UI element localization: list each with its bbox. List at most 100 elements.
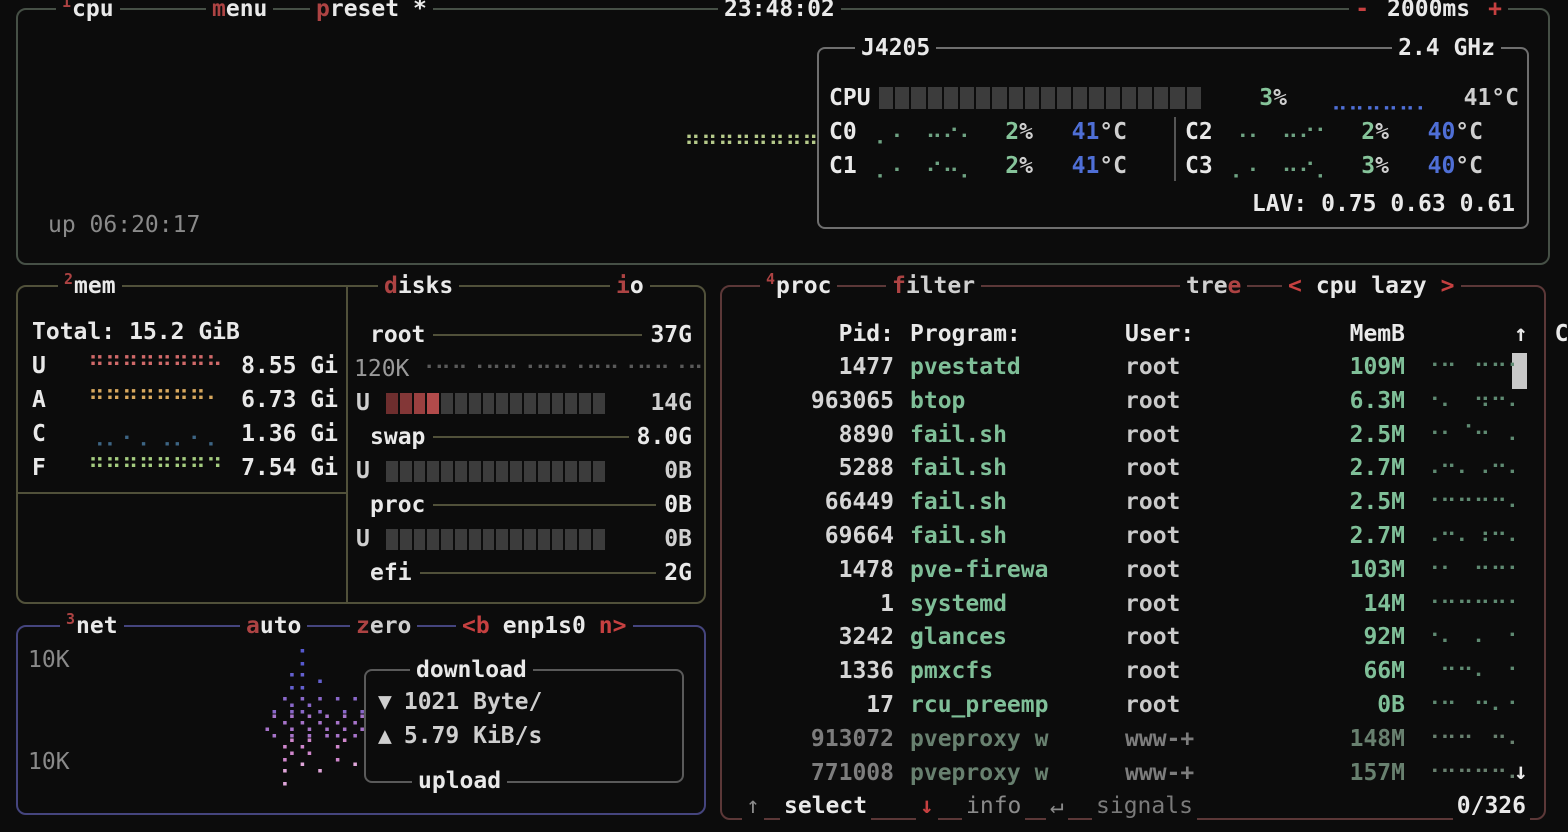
process-user: root <box>1125 385 1245 419</box>
net-prev-button[interactable]: <b <box>462 609 490 643</box>
core-usage-graph: ⠠⠄⠀⠤⠔⠂ <box>1231 115 1331 149</box>
header-mem[interactable]: MemB <box>1245 317 1405 351</box>
cpu-meter-cell <box>911 87 925 109</box>
sort-next-button[interactable]: > <box>1441 269 1455 303</box>
process-row[interactable]: 1336pmxcfsroot66M⠀⠒⠒⠄⠀⠂0.0 <box>738 655 1568 689</box>
preset-button[interactable]: preset * <box>310 0 433 26</box>
net-next-button[interactable]: n> <box>599 609 627 643</box>
info-button[interactable]: info <box>962 789 1025 823</box>
interval-increase-button[interactable]: + <box>1488 0 1502 26</box>
core-percent: 3% <box>1331 149 1389 183</box>
menu-button[interactable]: menu <box>206 0 273 26</box>
header-pid[interactable]: Pid: <box>738 317 894 351</box>
core-percent-unit: % <box>1375 119 1389 145</box>
process-pid: 913072 <box>738 723 894 757</box>
disks-toggle-button[interactable]: disks <box>378 269 459 303</box>
core-label: C1 <box>829 149 875 183</box>
process-cpu-graph: ⠐⠒⠒⠒⠒⠄ <box>1423 757 1538 791</box>
cpu-meter-cell <box>1106 87 1120 109</box>
process-row[interactable]: 3242glancesroot92M⠐⠄⠀⠄⠀⠂0.0 <box>738 621 1568 655</box>
interval-decrease-button[interactable]: - <box>1355 0 1369 26</box>
disk-meter-cell <box>441 529 453 550</box>
core-percent-value: 2 <box>1361 119 1375 145</box>
disk-meter-cell <box>414 461 426 482</box>
signals-button[interactable]: signals <box>1092 789 1197 823</box>
sort-prev-button[interactable]: < <box>1288 269 1302 303</box>
cpu-meter-cell <box>1009 87 1023 109</box>
disk-name: root <box>348 318 431 352</box>
process-cpu-graph: ⠐⠒⠒⠀⠒⠄ <box>1423 723 1538 757</box>
io-mode-button[interactable]: io <box>610 269 650 303</box>
disk-meter-cell <box>565 461 577 482</box>
scroll-up-icon[interactable]: ↑ <box>1514 317 1528 351</box>
tab-net[interactable]: 3net <box>60 609 124 643</box>
disk-io-graph: ⠐⠒⠒⠐⠒⠒⠐⠒⠒⠐⠒⠒⠐⠒⠒⠐⠒ <box>409 352 704 386</box>
cpu-meter-cell <box>1057 87 1071 109</box>
process-cpu-percent: 0.1 <box>1538 520 1568 554</box>
disk-meter-cell <box>496 461 508 482</box>
mem-row-graph: ⠛⠛⠛⠛⠛⠛⠛⠙ <box>88 451 200 485</box>
cpu-meter-cell <box>1170 87 1184 109</box>
net-zero-button[interactable]: zero <box>350 609 417 643</box>
disk-used-value: 0B <box>605 454 704 488</box>
process-row[interactable]: 913072pveproxy wwww-+148M⠐⠒⠒⠀⠒⠄0.0 <box>738 723 1568 757</box>
process-row[interactable]: 1systemdroot14M⠐⠒⠒⠒⠒⠂0.0 <box>738 588 1568 622</box>
cpu-frequency-label: 2.4 GHz <box>1392 31 1501 65</box>
filter-button[interactable]: filter <box>886 269 981 303</box>
tab-mem[interactable]: 2mem <box>58 269 122 303</box>
header-program[interactable]: Program: <box>910 317 1125 351</box>
process-row[interactable]: 17rcu_preemproot0B⠐⠒⠀⠒⠄⠂0.1 <box>738 689 1568 723</box>
net-auto-button[interactable]: auto <box>240 609 307 643</box>
proc-table-header: Pid: Program: User: MemB Cpu% <box>738 317 1568 351</box>
process-row[interactable]: 5288fail.shroot2.7M⠠⠒⠄⠠⠒⠄0.1 <box>738 452 1568 486</box>
disk-meter-cell <box>400 461 412 482</box>
process-row[interactable]: 963065btoproot6.3M⠐⠄⠀⠲⠒⠄0.1 <box>738 385 1568 419</box>
tab-cpu[interactable]: 1cpu <box>56 0 120 26</box>
mem-row-key: F <box>32 451 88 485</box>
process-program: glances <box>910 621 1125 655</box>
cpu-core-row: C3⡀⠄⠀⠤⠔⡀3%40°C <box>1185 149 1485 183</box>
disk-used-meter <box>386 393 605 414</box>
proc-box-label: proc <box>776 269 831 303</box>
select-down-icon[interactable]: ↓ <box>916 789 938 823</box>
disk-meter-cell <box>427 461 439 482</box>
process-row[interactable]: 1477pvestatdroot109M⠐⠒⠀⠒⠒⠂0.0 <box>738 351 1568 385</box>
header-user[interactable]: User: <box>1125 317 1245 351</box>
process-program: rcu_preemp <box>910 689 1125 723</box>
mem-row-value: 7.54 Gi <box>200 451 338 485</box>
disk-title-line <box>433 334 642 336</box>
process-row[interactable]: 1478pve-firewaroot103M⠐⠂⠀⠒⠒⠂0.0 <box>738 554 1568 588</box>
disk-meter-cell <box>483 393 495 414</box>
process-cpu-graph: ⠐⠂⠈⠒⠀⠄ <box>1423 419 1538 453</box>
io-label: o <box>630 269 644 303</box>
process-program: pveproxy w <box>910 757 1125 791</box>
process-row[interactable]: 8890fail.shroot2.5M⠐⠂⠈⠒⠀⠄0.2 <box>738 419 1568 453</box>
cpu-total-meter <box>879 87 1201 109</box>
select-button[interactable]: select <box>780 789 871 823</box>
process-row[interactable]: 69664fail.shroot2.7M⠠⠒⠄⠰⠒⠄0.1 <box>738 520 1568 554</box>
process-program: fail.sh <box>910 452 1125 486</box>
clock: 23:48:02 <box>718 0 841 26</box>
preset-hotkey: p <box>316 0 330 26</box>
tab-proc[interactable]: 4proc <box>760 269 837 303</box>
select-up-icon[interactable]: ↑ <box>742 789 764 823</box>
core-percent-unit: % <box>1375 153 1389 179</box>
process-cpu-percent: 0.0 <box>1538 655 1568 689</box>
disk-meter-cell <box>414 393 426 414</box>
core-label: C3 <box>1185 149 1231 183</box>
process-row[interactable]: 771008pveproxy wwww-+157M⠐⠒⠒⠒⠒⠄0.0 <box>738 757 1568 791</box>
process-pid: 963065 <box>738 385 894 419</box>
cpu-meter-cell <box>879 87 893 109</box>
disk-title-line <box>420 572 657 574</box>
mem-row-graph: ⠛⠛⠛⠛⠛⠛⠛⠓ <box>88 349 200 383</box>
disk-io-row: 120K⠐⠒⠒⠐⠒⠒⠐⠒⠒⠐⠒⠒⠐⠒⠒⠐⠒ <box>348 352 704 386</box>
header-cpu[interactable]: Cpu% <box>1538 317 1568 351</box>
tree-button[interactable]: tree <box>1180 269 1247 303</box>
upload-label: upload <box>412 764 507 798</box>
process-pid: 66449 <box>738 486 894 520</box>
process-cpu-percent: 0.1 <box>1538 689 1568 723</box>
process-program: pve-firewa <box>910 554 1125 588</box>
core-temp-value: 41 <box>1072 153 1100 179</box>
process-row[interactable]: 66449fail.shroot2.5M⠐⠒⠒⠒⠒⠄0.1 <box>738 486 1568 520</box>
download-rate: ▼1021 Byte/ <box>378 685 542 719</box>
